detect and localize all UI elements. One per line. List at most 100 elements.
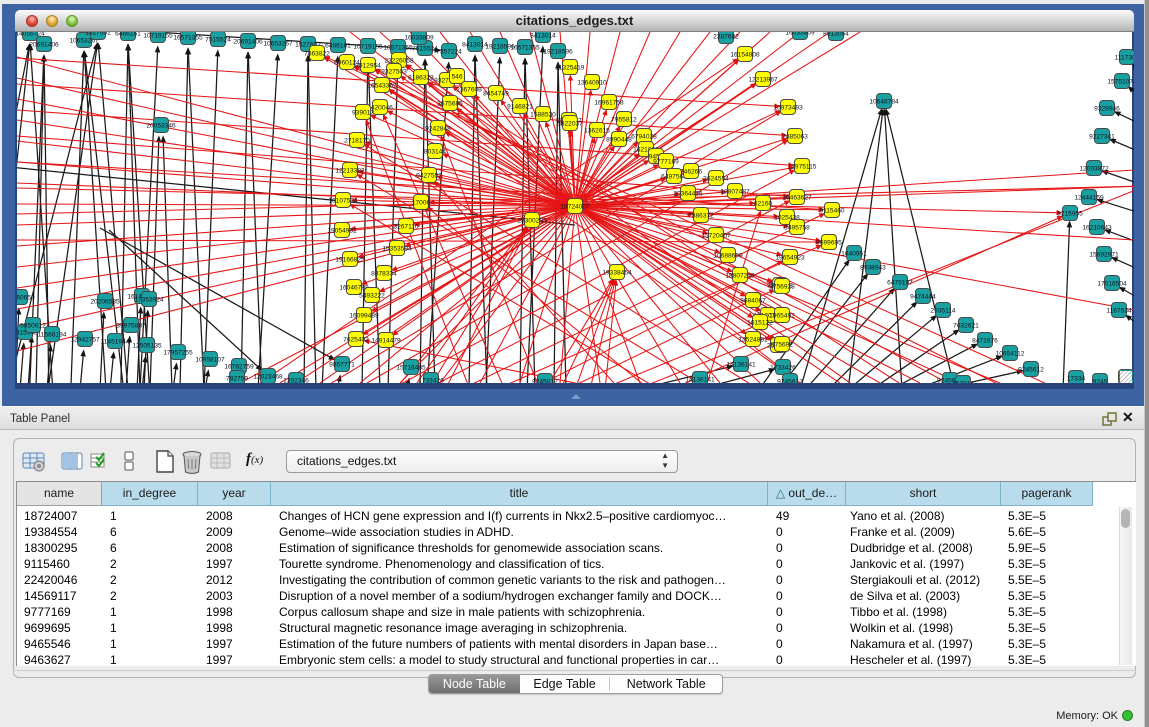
svg-text:20206535: 20206535: [90, 298, 120, 305]
svg-text:803144: 803144: [424, 148, 446, 155]
svg-text:16571355: 16571355: [173, 34, 203, 41]
svg-text:25260650: 25260650: [17, 294, 35, 301]
svg-text:16571355: 16571355: [510, 44, 540, 51]
svg-text:6466161: 6466161: [115, 32, 141, 37]
svg-text:252214: 252214: [952, 380, 974, 383]
svg-text:15716485: 15716485: [396, 364, 426, 371]
svg-text:9245: 9245: [1093, 378, 1108, 383]
svg-text:17006: 17006: [412, 199, 431, 206]
svg-text:1527602: 1527602: [85, 32, 111, 36]
svg-text:1117304: 1117304: [1115, 54, 1134, 61]
svg-text:7357224: 7357224: [436, 48, 462, 55]
svg-text:8938943: 8938943: [860, 264, 886, 271]
svg-text:6466161: 6466161: [325, 42, 351, 49]
svg-text:9327503: 9327503: [381, 68, 407, 75]
svg-text:19166825: 19166825: [335, 256, 365, 263]
svg-text:12942757: 12942757: [70, 336, 100, 343]
svg-text:15353594: 15353594: [382, 245, 412, 252]
svg-text:16961758: 16961758: [594, 99, 624, 106]
svg-text:20364436: 20364436: [673, 190, 703, 197]
svg-text:11451944: 11451944: [101, 338, 130, 345]
svg-text:9684067: 9684067: [740, 297, 766, 304]
svg-text:19054932: 19054932: [327, 227, 357, 234]
svg-text:19338454: 19338454: [602, 269, 632, 276]
svg-text:1322017: 1322017: [1133, 183, 1134, 190]
svg-text:546: 546: [451, 73, 462, 80]
svg-text:11568194: 11568194: [38, 331, 67, 338]
svg-text:10807487: 10807487: [720, 188, 750, 195]
svg-text:11325419: 11325419: [556, 64, 585, 71]
svg-text:2935114: 2935114: [930, 307, 956, 314]
svg-text:1615122: 1615122: [747, 319, 773, 326]
svg-text:10653267: 10653267: [263, 40, 293, 47]
svg-text:5493222: 5493222: [359, 292, 385, 299]
svg-text:8878334: 8878334: [371, 270, 397, 277]
svg-text:14136141: 14136141: [726, 361, 756, 368]
svg-text:1733426: 1733426: [770, 364, 796, 371]
svg-text:5822037: 5822037: [557, 120, 583, 127]
svg-text:9427552: 9427552: [416, 172, 442, 179]
svg-text:15692971: 15692971: [1089, 251, 1119, 258]
svg-text:9699695: 9699695: [816, 239, 842, 246]
svg-text:7886372: 7886372: [688, 212, 714, 219]
svg-text:12023468: 12023468: [253, 373, 283, 380]
svg-text:20691406: 20691406: [29, 41, 59, 48]
svg-text:15751074: 15751074: [1107, 78, 1134, 85]
svg-text:12213382: 12213382: [335, 167, 365, 174]
svg-text:10688609: 10688609: [713, 252, 743, 259]
svg-text:1733426: 1733426: [418, 377, 444, 383]
svg-text:19218596: 19218596: [543, 48, 573, 55]
svg-text:10719155: 10719155: [143, 32, 173, 39]
svg-text:16033809: 16033809: [785, 32, 815, 36]
svg-text:9227341: 9227341: [1089, 133, 1115, 140]
svg-text:16099489: 16099489: [349, 312, 379, 319]
svg-text:16033809: 16033809: [404, 34, 434, 41]
svg-text:16571355: 16571355: [383, 44, 413, 51]
svg-text:7632621: 7632621: [953, 322, 979, 329]
svg-text:6479197: 6479197: [887, 279, 913, 286]
svg-text:2387682: 2387682: [713, 33, 739, 40]
svg-text:7955812: 7955812: [611, 116, 637, 123]
svg-text:9245012: 9245012: [532, 378, 558, 383]
svg-text:12505135: 12505135: [132, 342, 162, 349]
svg-text:10654112: 10654112: [996, 350, 1025, 357]
svg-text:8215955: 8215955: [1057, 210, 1083, 217]
svg-text:62160: 62160: [754, 200, 773, 207]
svg-text:10463627: 10463627: [782, 194, 812, 201]
svg-text:939012: 939012: [352, 109, 374, 116]
svg-text:14136141: 14136141: [685, 376, 715, 383]
svg-text:7515524: 7515524: [412, 45, 438, 52]
svg-text:9756928: 9756928: [769, 283, 795, 290]
svg-text:2718170: 2718170: [344, 137, 370, 144]
svg-text:6794028: 6794028: [631, 133, 657, 140]
svg-text:746266: 746266: [680, 168, 702, 175]
svg-text:20053346: 20053346: [146, 122, 176, 129]
svg-text:15720407: 15720407: [701, 232, 731, 239]
svg-text:1588520: 1588520: [530, 111, 556, 118]
svg-text:7485063: 7485063: [782, 133, 808, 140]
svg-text:18807249: 18807249: [725, 272, 755, 279]
svg-text:9245612: 9245612: [1018, 366, 1044, 373]
svg-text:8990448: 8990448: [606, 136, 632, 143]
svg-text:8813054: 8813054: [823, 32, 849, 37]
svg-text:17334: 17334: [1067, 375, 1086, 382]
svg-text:17353924: 17353924: [134, 296, 164, 303]
svg-text:8495758: 8495758: [784, 224, 810, 231]
svg-text:9474444: 9474444: [910, 293, 936, 300]
svg-text:12093872: 12093872: [1079, 165, 1109, 172]
svg-text:18724007: 18724007: [560, 203, 590, 210]
svg-text:14914479: 14914479: [371, 337, 401, 344]
svg-text:7663822: 7663822: [304, 50, 330, 57]
svg-text:7625402: 7625402: [343, 336, 369, 343]
svg-text:12213967: 12213967: [748, 76, 778, 83]
svg-text:8471676: 8471676: [972, 337, 998, 344]
svg-text:10958107: 10958107: [195, 356, 225, 363]
svg-text:8186323: 8186323: [408, 74, 434, 81]
svg-text:20691406: 20691406: [233, 38, 263, 45]
svg-text:13524851: 13524851: [738, 336, 768, 343]
svg-text:13640910: 13640910: [577, 79, 607, 86]
svg-text:16107534: 16107534: [328, 197, 358, 204]
svg-text:8454749: 8454749: [483, 90, 509, 97]
svg-text:10648784: 10648784: [869, 98, 899, 105]
svg-text:25300295: 25300295: [517, 217, 547, 224]
